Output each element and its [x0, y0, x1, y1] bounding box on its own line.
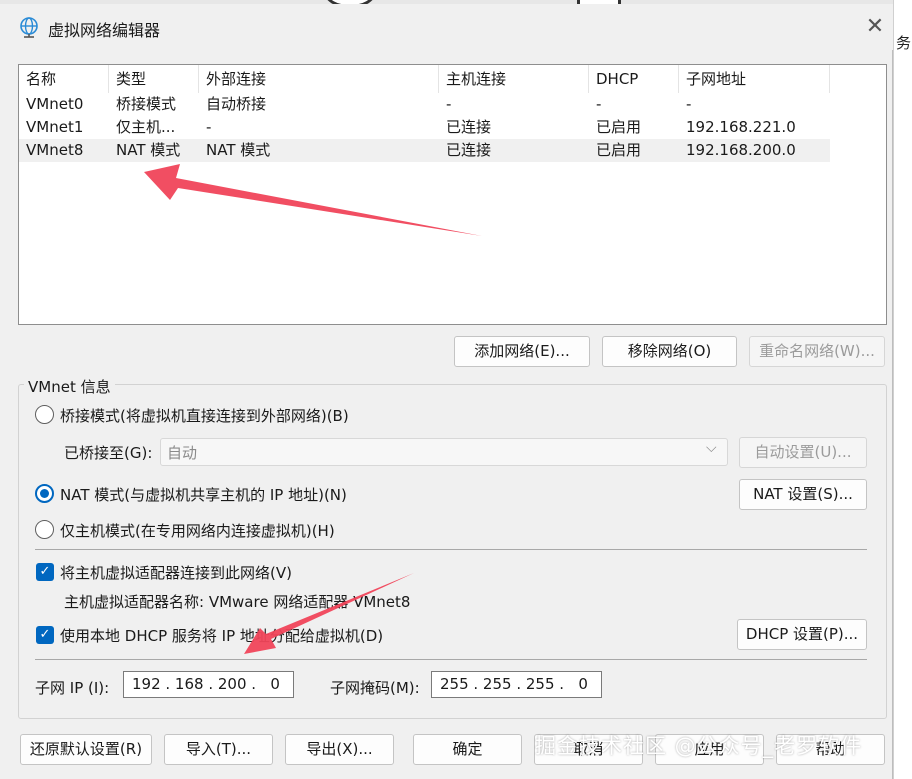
vmnet-info-group — [18, 384, 887, 719]
separator — [35, 549, 867, 550]
export-button[interactable]: 导出(X)... — [285, 734, 394, 765]
column-header-type[interactable]: 类型 — [109, 65, 199, 93]
use-dhcp-label[interactable]: 使用本地 DHCP 服务将 IP 地址分配给虚拟机(D) — [60, 625, 383, 646]
bridged-option-label[interactable]: 桥接模式(将虚拟机直接连接到外部网络)(B) — [60, 405, 349, 426]
subnet-ip-label: 子网 IP (I): — [35, 679, 110, 697]
column-header-dhcp[interactable]: DHCP — [589, 65, 679, 93]
globe-icon — [20, 17, 38, 38]
cell-dhcp: 已启用 — [596, 141, 642, 159]
ok-button[interactable]: 确定 — [413, 734, 522, 765]
column-header-subnet[interactable]: 子网地址 — [679, 65, 830, 93]
close-button[interactable]: ✕ — [862, 14, 888, 40]
cell-name: VMnet1 — [26, 118, 84, 136]
cell-type: NAT 模式 — [116, 141, 181, 159]
remove-network-button[interactable]: 移除网络(O) — [602, 336, 737, 367]
cell-dhcp: - — [596, 95, 602, 113]
background-window-text: 务 — [896, 34, 912, 52]
subnet-mask-label: 子网掩码(M): — [330, 679, 420, 697]
connect-adapter-label[interactable]: 将主机虚拟适配器连接到此网络(V) — [60, 562, 292, 583]
cell-type: 仅主机... — [116, 118, 176, 136]
cell-host: 已连接 — [446, 141, 492, 159]
cell-host: 已连接 — [446, 118, 492, 136]
nat-settings-button[interactable]: NAT 设置(S)... — [739, 479, 867, 510]
cell-subnet: - — [686, 95, 692, 113]
bridged-to-select[interactable] — [160, 438, 728, 466]
chevron-down-icon: ⌵ — [706, 440, 717, 456]
table-row[interactable]: VMnet1 仅主机... - 已连接 已启用 192.168.221.0 — [19, 116, 830, 139]
column-header-name[interactable]: 名称 — [19, 65, 109, 93]
cell-external: NAT 模式 — [206, 141, 271, 159]
host-only-radio[interactable] — [35, 520, 54, 539]
use-dhcp-checkbox[interactable]: ✓ — [36, 626, 54, 644]
window-title: 虚拟网络编辑器 — [48, 21, 161, 40]
column-header-host[interactable]: 主机连接 — [439, 65, 589, 93]
cell-subnet: 192.168.200.0 — [686, 141, 796, 159]
bridged-to-value: 自动 — [167, 444, 198, 462]
cell-host: - — [446, 95, 452, 113]
separator — [35, 659, 867, 660]
cell-external: 自动桥接 — [206, 95, 267, 113]
column-header-external[interactable]: 外部连接 — [199, 65, 439, 93]
background-window-edge — [893, 0, 912, 779]
network-list[interactable]: 名称 类型 外部连接 主机连接 DHCP 子网地址 VMnet0 桥接模式 自动… — [18, 64, 887, 325]
list-header: 名称 类型 外部连接 主机连接 DHCP 子网地址 — [19, 65, 830, 93]
cell-dhcp: 已启用 — [596, 118, 642, 136]
host-only-option-label[interactable]: 仅主机模式(在专用网络内连接虚拟机)(H) — [60, 520, 335, 541]
cell-subnet: 192.168.221.0 — [686, 118, 796, 136]
table-row-selected[interactable]: VMnet8 NAT 模式 NAT 模式 已连接 已启用 192.168.200… — [19, 139, 830, 162]
watermark-text: 掘金技术社区 @公众号_老罗软件 — [535, 734, 863, 758]
table-row[interactable]: VMnet0 桥接模式 自动桥接 - - - — [19, 93, 830, 116]
vmnet-info-label: VMnet 信息 — [24, 376, 115, 397]
restore-defaults-button[interactable]: 还原默认设置(R) — [20, 734, 152, 765]
bridged-to-label: 已桥接至(G): — [64, 444, 153, 462]
subnet-ip-input[interactable]: 192 . 168 . 200 . 0 — [123, 671, 294, 698]
cell-external: - — [206, 118, 212, 136]
connect-adapter-checkbox[interactable]: ✓ — [36, 563, 54, 581]
rename-network-button[interactable]: 重命名网络(W)... — [749, 336, 885, 367]
adapter-name-text: 主机虚拟适配器名称: VMware 网络适配器 VMnet8 — [64, 593, 411, 611]
import-button[interactable]: 导入(T)... — [164, 734, 273, 765]
nat-radio[interactable] — [35, 484, 54, 503]
bridged-radio[interactable] — [35, 405, 54, 424]
cell-type: 桥接模式 — [116, 95, 177, 113]
cell-name: VMnet8 — [26, 141, 84, 159]
subnet-mask-input[interactable]: 255 . 255 . 255 . 0 — [431, 671, 602, 698]
nat-option-label[interactable]: NAT 模式(与虚拟机共享主机的 IP 地址)(N) — [60, 484, 347, 505]
dhcp-settings-button[interactable]: DHCP 设置(P)... — [737, 619, 867, 650]
cell-name: VMnet0 — [26, 95, 84, 113]
add-network-button[interactable]: 添加网络(E)... — [454, 336, 590, 367]
auto-settings-button[interactable]: 自动设置(U)... — [739, 437, 867, 468]
